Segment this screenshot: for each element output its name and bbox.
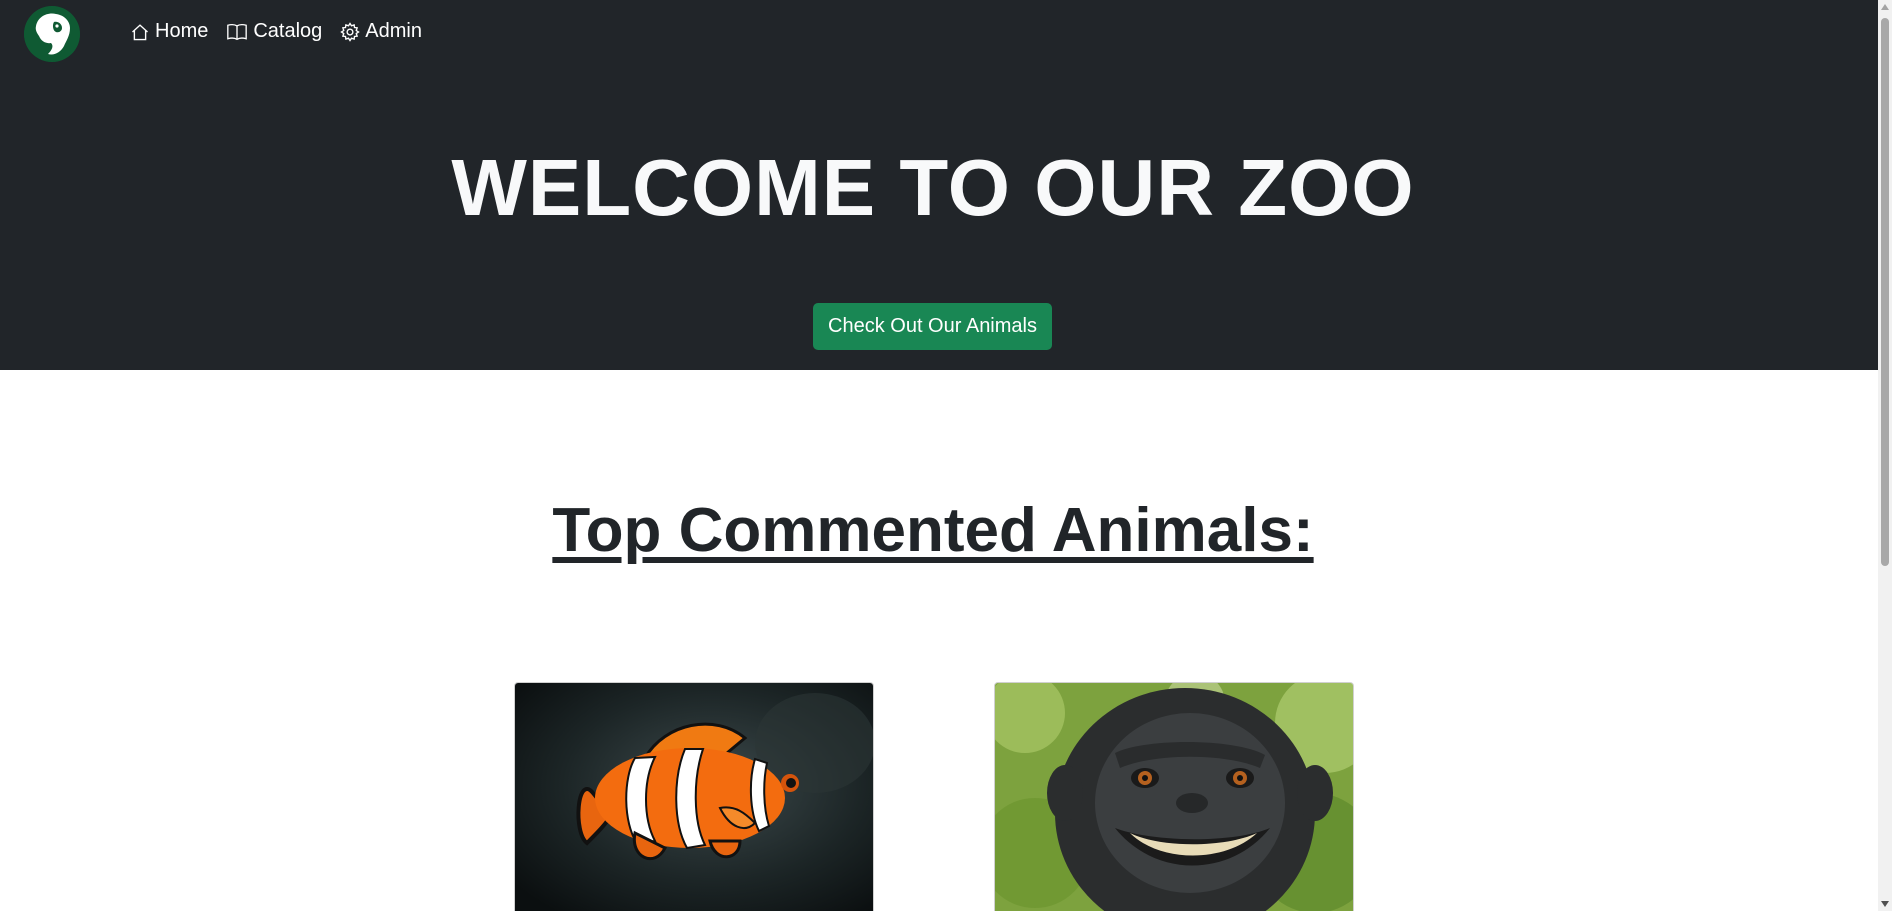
scroll-thumb[interactable] [1881, 18, 1889, 566]
hero-title: WELCOME TO OUR ZOO [451, 143, 1415, 232]
nav-item-label: Admin [365, 20, 422, 42]
clownfish-photo [515, 683, 873, 911]
animal-card-macaque[interactable] [994, 682, 1354, 911]
check-out-animals-button[interactable]: Check Out Our Animals [813, 303, 1052, 350]
book-icon [226, 22, 248, 42]
gear-icon [340, 21, 361, 42]
lion-logo-icon[interactable] [24, 6, 80, 62]
scroll-down-icon[interactable] [1881, 901, 1889, 907]
nav-item-label: Home [155, 20, 209, 42]
scroll-up-icon[interactable] [1881, 4, 1889, 10]
animal-card-clownfish[interactable] [514, 682, 874, 911]
navbar: Home Catalog Admin [0, 0, 1878, 66]
section-title: Top Commented Animals: [552, 496, 1314, 565]
page: Home Catalog Admin WELCOME TO OUR ZOO Ch… [0, 0, 1892, 911]
nav-links: Home Catalog Admin [130, 20, 422, 43]
hero-header: Home Catalog Admin WELCOME TO OUR ZOO Ch… [0, 0, 1878, 370]
vertical-scrollbar[interactable] [1878, 0, 1892, 911]
macaque-monkey-photo [995, 683, 1353, 911]
nav-item-admin[interactable]: Admin [340, 20, 422, 43]
nav-item-label: Catalog [253, 20, 323, 42]
nav-item-home[interactable]: Home [130, 20, 208, 43]
house-icon [130, 22, 150, 42]
nav-item-catalog[interactable]: Catalog [226, 20, 322, 43]
